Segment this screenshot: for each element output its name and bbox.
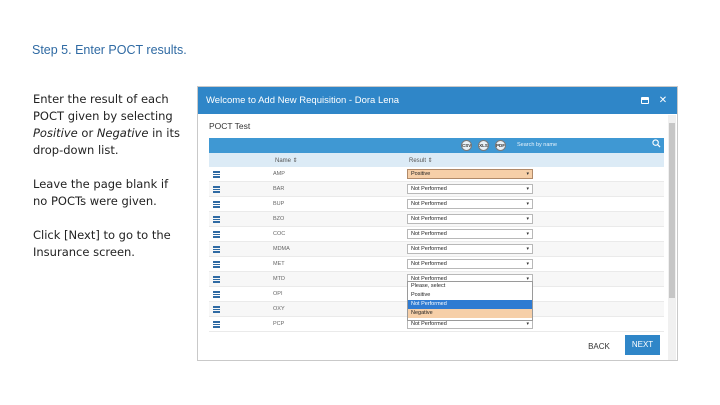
row-test-name: BZO [273, 216, 285, 222]
result-select-value: Not Performed [411, 261, 447, 267]
row-test-name: PCP [273, 321, 285, 327]
table-row: BZO Not Performed ▾ [209, 212, 664, 227]
close-icon: ✕ [658, 95, 668, 106]
row-test-name: AMP [273, 171, 285, 177]
close-button[interactable]: ✕ [657, 95, 669, 107]
result-select[interactable]: Not Performed ▾ [407, 199, 533, 209]
table-row: BUP Not Performed ▾ [209, 197, 664, 212]
row-menu-icon[interactable] [213, 201, 220, 208]
result-select[interactable]: Not Performed ▾ [407, 244, 533, 254]
xls-export-icon[interactable]: XLS [478, 140, 489, 151]
row-menu-icon[interactable] [213, 246, 220, 253]
row-test-name: MET [273, 261, 285, 267]
row-menu-icon[interactable] [213, 171, 220, 178]
scrollbar[interactable] [668, 115, 676, 360]
result-select-value: Not Performed [411, 216, 447, 222]
dropdown-option-highlighted[interactable]: Negative [408, 309, 532, 318]
modal-title: Welcome to Add New Requisition - Dora Le… [206, 95, 400, 106]
row-test-name: OXY [273, 306, 285, 312]
chevron-down-icon: ▾ [526, 201, 529, 207]
csv-export-icon[interactable]: CSV [461, 140, 472, 151]
row-menu-icon[interactable] [213, 306, 220, 313]
chevron-down-icon: ▾ [526, 246, 529, 252]
result-select-value: Positive [411, 171, 431, 177]
table-row: BAR Not Performed ▾ [209, 182, 664, 197]
chevron-down-icon: ▾ [526, 231, 529, 237]
scrollbar-thumb[interactable] [669, 123, 675, 298]
minimize-button[interactable] [639, 95, 651, 107]
chevron-down-icon: ▾ [526, 171, 529, 177]
row-test-name: COC [273, 231, 286, 237]
table-row: MET Not Performed ▾ [209, 257, 664, 272]
row-menu-icon[interactable] [213, 216, 220, 223]
row-menu-icon[interactable] [213, 231, 220, 238]
row-test-name: MDMA [273, 246, 290, 252]
table-row: AMP Positive ▾ [209, 167, 664, 182]
row-menu-icon[interactable] [213, 261, 220, 268]
row-test-name: MTD [273, 276, 285, 282]
next-button[interactable]: NEXT [625, 335, 660, 355]
search-input[interactable]: Search by name [515, 140, 641, 151]
row-test-name: BUP [273, 201, 285, 207]
modal-footer: BACK NEXT [198, 334, 677, 360]
dropdown-option-selected[interactable]: Not Performed [408, 300, 532, 309]
slide-title: Step 5. Enter POCT results. [32, 43, 187, 57]
row-test-name: BAR [273, 186, 285, 192]
instruction-3: Click [Next] to go to the Insurance scre… [33, 228, 171, 259]
chevron-down-icon: ▾ [526, 186, 529, 192]
result-select[interactable]: Positive ▾ [407, 169, 533, 179]
panel-title: POCT Test [209, 121, 251, 131]
search-icon[interactable] [652, 139, 661, 148]
table-header: Name ⇕ Result ⇕ [209, 153, 664, 167]
result-select-value: Not Performed [411, 246, 447, 252]
row-menu-icon[interactable] [213, 276, 220, 283]
result-select-value: Not Performed [411, 321, 447, 327]
instruction-1: Enter the result of each POCT given by s… [33, 92, 180, 157]
dropdown-option[interactable]: Positive [408, 291, 532, 300]
dropdown-option[interactable]: Please, select [408, 282, 532, 291]
column-name[interactable]: Name ⇕ [275, 157, 298, 164]
result-select-value: Not Performed [411, 201, 447, 207]
modal-header: Welcome to Add New Requisition - Dora Le… [198, 87, 677, 114]
row-menu-icon[interactable] [213, 291, 220, 298]
chevron-down-icon: ▾ [526, 216, 529, 222]
table-row: MDMA Not Performed ▾ [209, 242, 664, 257]
result-select[interactable]: Not Performed ▾ [407, 184, 533, 194]
row-menu-icon[interactable] [213, 186, 220, 193]
result-dropdown[interactable]: Please, select Positive Not Performed Ne… [407, 281, 533, 321]
chevron-down-icon: ▾ [526, 321, 529, 327]
table-row: COC Not Performed ▾ [209, 227, 664, 242]
result-select-value: Not Performed [411, 231, 447, 237]
add-requisition-modal: Welcome to Add New Requisition - Dora Le… [197, 86, 678, 361]
pdf-export-icon[interactable]: PDF [495, 140, 506, 151]
back-button[interactable]: BACK [582, 338, 616, 356]
chevron-down-icon: ▾ [526, 261, 529, 267]
window-icon [641, 97, 649, 104]
result-select[interactable]: Not Performed ▾ [407, 229, 533, 239]
instruction-2: Leave the page blank if no POCTs were gi… [33, 177, 169, 208]
row-menu-icon[interactable] [213, 321, 220, 328]
row-test-name: OPI [273, 291, 283, 297]
instructions: Enter the result of each POCT given by s… [33, 91, 185, 278]
result-select[interactable]: Not Performed ▾ [407, 214, 533, 224]
table-toolbar: CSV XLS PDF Search by name [209, 138, 664, 153]
column-result[interactable]: Result ⇕ [409, 157, 433, 164]
result-select[interactable]: Not Performed ▾ [407, 259, 533, 269]
result-select-value: Not Performed [411, 186, 447, 192]
